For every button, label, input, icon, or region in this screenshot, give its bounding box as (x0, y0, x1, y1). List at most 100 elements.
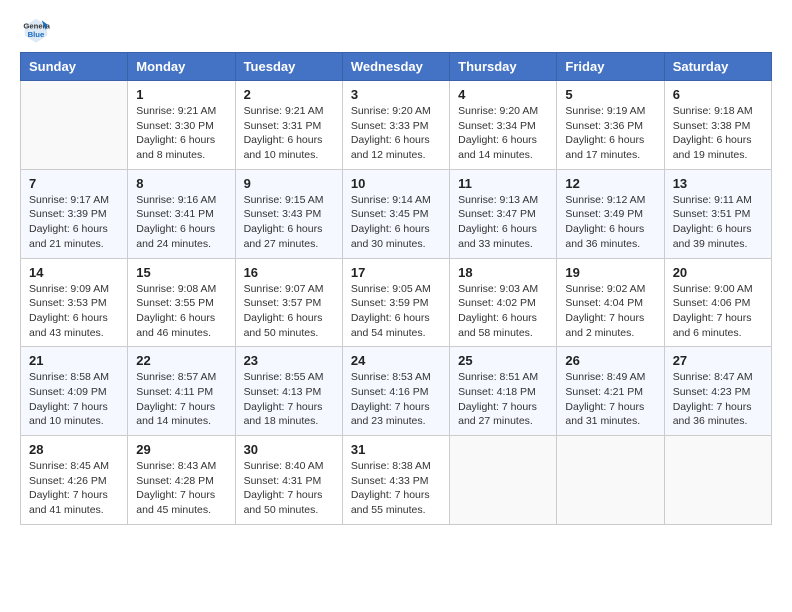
day-detail: Sunrise: 8:43 AM Sunset: 4:28 PM Dayligh… (136, 459, 226, 518)
calendar-cell: 28 Sunrise: 8:45 AM Sunset: 4:26 PM Dayli… (21, 436, 128, 525)
day-detail: Sunrise: 9:11 AM Sunset: 3:51 PM Dayligh… (673, 193, 763, 252)
logo: General Blue (20, 16, 52, 44)
day-detail: Sunrise: 9:12 AM Sunset: 3:49 PM Dayligh… (565, 193, 655, 252)
day-detail: Sunrise: 8:38 AM Sunset: 4:33 PM Dayligh… (351, 459, 441, 518)
calendar-week-row: 7 Sunrise: 9:17 AM Sunset: 3:39 PM Daylig… (21, 169, 772, 258)
weekday-header-sunday: Sunday (21, 53, 128, 81)
calendar-cell: 20Sunrise: 9:00 AM Sunset: 4:06 PM Dayli… (664, 258, 771, 347)
day-detail: Sunrise: 9:20 AM Sunset: 3:34 PM Dayligh… (458, 104, 548, 163)
day-number: 31 (351, 442, 441, 457)
day-detail: Sunrise: 8:51 AM Sunset: 4:18 PM Dayligh… (458, 370, 548, 429)
day-number: 9 (244, 176, 334, 191)
day-detail: Sunrise: 8:55 AM Sunset: 4:13 PM Dayligh… (244, 370, 334, 429)
day-detail: Sunrise: 9:02 AM Sunset: 4:04 PM Dayligh… (565, 282, 655, 341)
day-detail: Sunrise: 9:03 AM Sunset: 4:02 PM Dayligh… (458, 282, 548, 341)
day-number: 5 (565, 87, 655, 102)
calendar-cell: 14Sunrise: 9:09 AM Sunset: 3:53 PM Dayli… (21, 258, 128, 347)
day-detail: Sunrise: 8:53 AM Sunset: 4:16 PM Dayligh… (351, 370, 441, 429)
calendar-cell: 3Sunrise: 9:20 AM Sunset: 3:33 PM Daylig… (342, 81, 449, 170)
svg-text:Blue: Blue (28, 30, 45, 39)
calendar-cell: 5 Sunrise: 9:19 AM Sunset: 3:36 PM Daylig… (557, 81, 664, 170)
day-number: 28 (29, 442, 119, 457)
calendar-cell: 23 Sunrise: 8:55 AM Sunset: 4:13 PM Dayli… (235, 347, 342, 436)
calendar-cell: 11 Sunrise: 9:13 AM Sunset: 3:47 PM Dayli… (450, 169, 557, 258)
calendar-cell: 6Sunrise: 9:18 AM Sunset: 3:38 PM Daylig… (664, 81, 771, 170)
calendar-cell: 25 Sunrise: 8:51 AM Sunset: 4:18 PM Dayli… (450, 347, 557, 436)
day-detail: Sunrise: 9:05 AM Sunset: 3:59 PM Dayligh… (351, 282, 441, 341)
weekday-header-tuesday: Tuesday (235, 53, 342, 81)
calendar-cell: 26Sunrise: 8:49 AM Sunset: 4:21 PM Dayli… (557, 347, 664, 436)
calendar-cell: 24 Sunrise: 8:53 AM Sunset: 4:16 PM Dayli… (342, 347, 449, 436)
calendar-cell (450, 436, 557, 525)
calendar-cell: 7 Sunrise: 9:17 AM Sunset: 3:39 PM Daylig… (21, 169, 128, 258)
calendar-cell: 27Sunrise: 8:47 AM Sunset: 4:23 PM Dayli… (664, 347, 771, 436)
weekday-header-thursday: Thursday (450, 53, 557, 81)
day-detail: Sunrise: 9:07 AM Sunset: 3:57 PM Dayligh… (244, 282, 334, 341)
calendar-cell: 13 Sunrise: 9:11 AM Sunset: 3:51 PM Dayli… (664, 169, 771, 258)
day-number: 10 (351, 176, 441, 191)
weekday-header-saturday: Saturday (664, 53, 771, 81)
calendar-cell: 8 Sunrise: 9:16 AM Sunset: 3:41 PM Daylig… (128, 169, 235, 258)
calendar-week-row: 28 Sunrise: 8:45 AM Sunset: 4:26 PM Dayli… (21, 436, 772, 525)
day-number: 25 (458, 353, 548, 368)
day-detail: Sunrise: 9:14 AM Sunset: 3:45 PM Dayligh… (351, 193, 441, 252)
calendar-cell: 31 Sunrise: 8:38 AM Sunset: 4:33 PM Dayli… (342, 436, 449, 525)
day-detail: Sunrise: 9:17 AM Sunset: 3:39 PM Dayligh… (29, 193, 119, 252)
calendar-cell (557, 436, 664, 525)
calendar-header: SundayMondayTuesdayWednesdayThursdayFrid… (21, 53, 772, 81)
day-number: 29 (136, 442, 226, 457)
weekday-header-friday: Friday (557, 53, 664, 81)
calendar-cell: 29 Sunrise: 8:43 AM Sunset: 4:28 PM Dayli… (128, 436, 235, 525)
day-detail: Sunrise: 9:09 AM Sunset: 3:53 PM Dayligh… (29, 282, 119, 341)
calendar-table: SundayMondayTuesdayWednesdayThursdayFrid… (20, 52, 772, 525)
calendar-cell: 10 Sunrise: 9:14 AM Sunset: 3:45 PM Dayli… (342, 169, 449, 258)
day-number: 16 (244, 265, 334, 280)
day-number: 27 (673, 353, 763, 368)
day-detail: Sunrise: 9:00 AM Sunset: 4:06 PM Dayligh… (673, 282, 763, 341)
day-detail: Sunrise: 8:49 AM Sunset: 4:21 PM Dayligh… (565, 370, 655, 429)
calendar-cell: 12 Sunrise: 9:12 AM Sunset: 3:49 PM Dayli… (557, 169, 664, 258)
calendar-cell: 2 Sunrise: 9:21 AM Sunset: 3:31 PM Daylig… (235, 81, 342, 170)
day-number: 23 (244, 353, 334, 368)
calendar-cell: 22Sunrise: 8:57 AM Sunset: 4:11 PM Dayli… (128, 347, 235, 436)
day-detail: Sunrise: 8:57 AM Sunset: 4:11 PM Dayligh… (136, 370, 226, 429)
calendar-cell: 4 Sunrise: 9:20 AM Sunset: 3:34 PM Daylig… (450, 81, 557, 170)
page-header: General Blue (20, 16, 772, 44)
day-number: 13 (673, 176, 763, 191)
weekday-header-wednesday: Wednesday (342, 53, 449, 81)
calendar-cell: 17Sunrise: 9:05 AM Sunset: 3:59 PM Dayli… (342, 258, 449, 347)
calendar-cell: 19Sunrise: 9:02 AM Sunset: 4:04 PM Dayli… (557, 258, 664, 347)
day-number: 21 (29, 353, 119, 368)
calendar-body: 1 Sunrise: 9:21 AM Sunset: 3:30 PM Daylig… (21, 81, 772, 525)
day-number: 4 (458, 87, 548, 102)
day-detail: Sunrise: 9:19 AM Sunset: 3:36 PM Dayligh… (565, 104, 655, 163)
day-detail: Sunrise: 9:18 AM Sunset: 3:38 PM Dayligh… (673, 104, 763, 163)
calendar-cell: 9 Sunrise: 9:15 AM Sunset: 3:43 PM Daylig… (235, 169, 342, 258)
day-detail: Sunrise: 9:21 AM Sunset: 3:31 PM Dayligh… (244, 104, 334, 163)
day-number: 12 (565, 176, 655, 191)
calendar-week-row: 21Sunrise: 8:58 AM Sunset: 4:09 PM Dayli… (21, 347, 772, 436)
day-number: 24 (351, 353, 441, 368)
day-detail: Sunrise: 9:13 AM Sunset: 3:47 PM Dayligh… (458, 193, 548, 252)
calendar-cell: 15 Sunrise: 9:08 AM Sunset: 3:55 PM Dayli… (128, 258, 235, 347)
day-detail: Sunrise: 9:15 AM Sunset: 3:43 PM Dayligh… (244, 193, 334, 252)
weekday-header-monday: Monday (128, 53, 235, 81)
calendar-cell: 30Sunrise: 8:40 AM Sunset: 4:31 PM Dayli… (235, 436, 342, 525)
calendar-cell: 21Sunrise: 8:58 AM Sunset: 4:09 PM Dayli… (21, 347, 128, 436)
calendar-week-row: 1 Sunrise: 9:21 AM Sunset: 3:30 PM Daylig… (21, 81, 772, 170)
logo-icon: General Blue (22, 16, 50, 44)
day-number: 15 (136, 265, 226, 280)
day-number: 1 (136, 87, 226, 102)
day-number: 18 (458, 265, 548, 280)
day-number: 2 (244, 87, 334, 102)
day-detail: Sunrise: 9:16 AM Sunset: 3:41 PM Dayligh… (136, 193, 226, 252)
day-detail: Sunrise: 8:40 AM Sunset: 4:31 PM Dayligh… (244, 459, 334, 518)
day-number: 7 (29, 176, 119, 191)
day-detail: Sunrise: 9:08 AM Sunset: 3:55 PM Dayligh… (136, 282, 226, 341)
day-detail: Sunrise: 8:45 AM Sunset: 4:26 PM Dayligh… (29, 459, 119, 518)
day-detail: Sunrise: 9:21 AM Sunset: 3:30 PM Dayligh… (136, 104, 226, 163)
day-number: 11 (458, 176, 548, 191)
weekday-header-row: SundayMondayTuesdayWednesdayThursdayFrid… (21, 53, 772, 81)
day-number: 8 (136, 176, 226, 191)
calendar-week-row: 14Sunrise: 9:09 AM Sunset: 3:53 PM Dayli… (21, 258, 772, 347)
